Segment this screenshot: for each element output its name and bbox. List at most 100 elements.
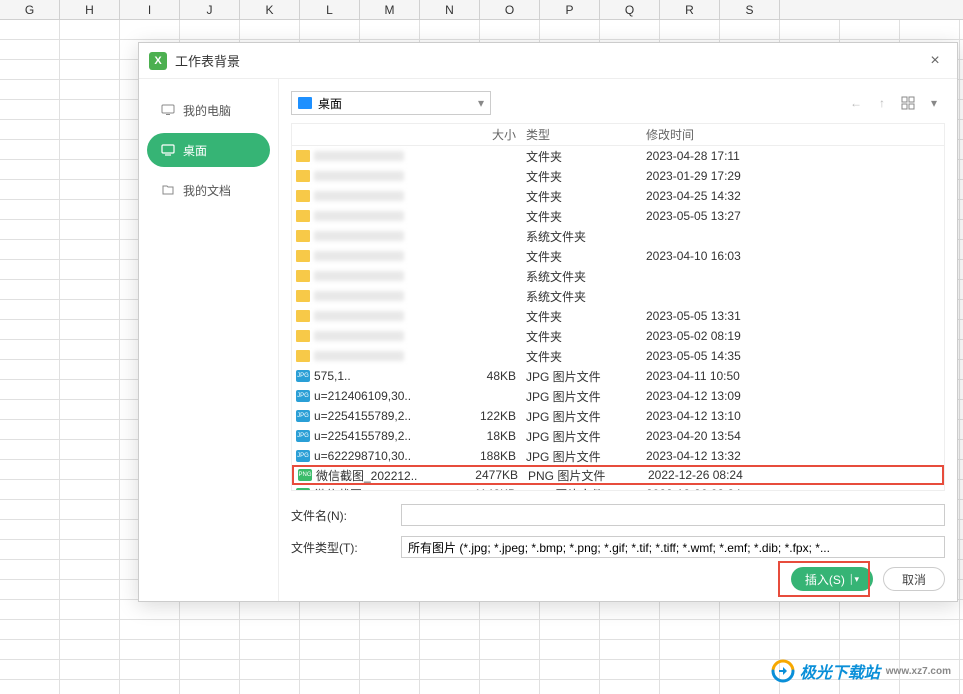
column-header-I[interactable]: I (120, 0, 180, 19)
file-size: 122KB (472, 409, 522, 423)
column-header-R[interactable]: R (660, 0, 720, 19)
file-date: 2023-05-05 13:27 (642, 209, 802, 223)
column-header-S[interactable]: S (720, 0, 780, 19)
folder-icon (296, 170, 310, 182)
file-row[interactable]: 系统文件夹 (292, 266, 944, 286)
column-header-J[interactable]: J (180, 0, 240, 19)
column-header-H[interactable]: H (60, 0, 120, 19)
file-type: JPG 图片文件 (522, 448, 642, 465)
file-type: JPG 图片文件 (522, 388, 642, 405)
sidebar-item-label: 我的电脑 (183, 102, 231, 119)
file-list[interactable]: 名称 大小 类型 修改时间 文件夹2023-04-28 17:11文件夹2023… (291, 123, 945, 491)
jpg-icon: JPG (296, 370, 310, 382)
file-row[interactable]: JPG575,1..48KBJPG 图片文件2023-04-11 10:50 (292, 366, 944, 386)
file-row[interactable]: JPGu=2254155789,2..122KBJPG 图片文件2023-04-… (292, 406, 944, 426)
header-size[interactable]: 大小 (472, 126, 522, 143)
file-row[interactable]: 系统文件夹 (292, 226, 944, 246)
file-name: 微信截图_202212.. (316, 467, 417, 484)
column-header-O[interactable]: O (480, 0, 540, 19)
file-toolbar: 桌面 ▾ ← ↑ ▾ (291, 89, 945, 117)
close-icon[interactable]: × (923, 49, 947, 73)
file-date: 2022-12-26 08:24 (644, 468, 804, 482)
file-row[interactable]: 文件夹2023-04-10 16:03 (292, 246, 944, 266)
sidebar-item-my-computer[interactable]: 我的电脑 (147, 93, 270, 127)
header-type[interactable]: 类型 (522, 126, 642, 143)
filetype-label: 文件类型(T): (291, 539, 401, 556)
up-button[interactable]: ↑ (871, 92, 893, 114)
file-row[interactable]: 文件夹2023-01-29 17:29 (292, 166, 944, 186)
filetype-combo[interactable] (401, 536, 945, 558)
filename-label: 文件名(N): (291, 507, 401, 524)
file-row[interactable]: JPGu=212406109,30..JPG 图片文件2023-04-12 13… (292, 386, 944, 406)
file-row[interactable]: 文件夹2023-05-05 14:35 (292, 346, 944, 366)
file-row[interactable]: 文件夹2023-04-28 17:11 (292, 146, 944, 166)
file-row[interactable]: 文件夹2023-05-05 13:31 (292, 306, 944, 326)
jpg-icon: JPG (296, 410, 310, 422)
jpg-icon: JPG (296, 430, 310, 442)
watermark: 极光下载站 www.xz7.com (770, 658, 951, 684)
column-header-P[interactable]: P (540, 0, 600, 19)
file-list-header[interactable]: 名称 大小 类型 修改时间 (292, 124, 944, 146)
dialog-titlebar[interactable]: X 工作表背景 × (139, 43, 957, 79)
blurred-filename (314, 171, 404, 181)
file-type: 文件夹 (522, 328, 642, 345)
file-date: 2023-05-05 14:35 (642, 349, 802, 363)
file-date: 2023-04-12 13:32 (642, 449, 802, 463)
watermark-text: 极光下载站 (800, 659, 880, 683)
folder-icon (296, 290, 310, 302)
column-header-G[interactable]: G (0, 0, 60, 19)
folder-icon (296, 250, 310, 262)
file-row[interactable]: PNG微信截图_202212..2477KBPNG 图片文件2022-12-26… (292, 465, 944, 485)
filename-input[interactable] (401, 504, 945, 526)
folder-icon (296, 210, 310, 222)
file-row[interactable]: 文件夹2023-05-05 13:27 (292, 206, 944, 226)
file-date: 2023-05-02 08:19 (642, 329, 802, 343)
location-text: 桌面 (318, 95, 342, 112)
file-type: 文件夹 (522, 348, 642, 365)
column-header-K[interactable]: K (240, 0, 300, 19)
sidebar-item-label: 我的文档 (183, 182, 231, 199)
file-date: 2023-01-29 17:29 (642, 169, 802, 183)
header-date[interactable]: 修改时间 (642, 126, 802, 143)
column-header-M[interactable]: M (360, 0, 420, 19)
file-date: 2023-05-05 13:31 (642, 309, 802, 323)
sidebar-item-desktop[interactable]: 桌面 (147, 133, 270, 167)
folder-icon (296, 350, 310, 362)
header-name[interactable]: 名称 (292, 126, 472, 143)
file-type: JPG 图片文件 (522, 428, 642, 445)
file-row[interactable]: 文件夹2023-04-25 14:32 (292, 186, 944, 206)
file-row[interactable]: 文件夹2023-05-02 08:19 (292, 326, 944, 346)
cancel-button[interactable]: 取消 (883, 567, 945, 591)
file-row[interactable]: 系统文件夹 (292, 286, 944, 306)
computer-icon (161, 103, 175, 117)
column-header-L[interactable]: L (300, 0, 360, 19)
blurred-filename (314, 191, 404, 201)
location-combo[interactable]: 桌面 ▾ (291, 91, 491, 115)
column-header-N[interactable]: N (420, 0, 480, 19)
desktop-icon (161, 143, 175, 157)
column-header-Q[interactable]: Q (600, 0, 660, 19)
file-date: 2023-04-12 13:10 (642, 409, 802, 423)
sidebar-item-my-documents[interactable]: 我的文档 (147, 173, 270, 207)
file-row[interactable]: PNG微信截图_202212..1142KBPNG 图片文件2022-12-26… (292, 484, 944, 491)
folder-icon (296, 150, 310, 162)
worksheet-background-dialog: X 工作表背景 × 我的电脑 桌面 我的文档 (138, 42, 958, 602)
watermark-logo-icon (770, 658, 796, 684)
view-mode-button[interactable] (897, 92, 919, 114)
view-dropdown-icon[interactable]: ▾ (923, 92, 945, 114)
file-type: 文件夹 (522, 148, 642, 165)
file-type: 文件夹 (522, 308, 642, 325)
back-button[interactable]: ← (845, 92, 867, 114)
file-row[interactable]: JPGu=2254155789,2..18KBJPG 图片文件2023-04-2… (292, 426, 944, 446)
jpg-icon: JPG (296, 390, 310, 402)
app-icon: X (149, 52, 167, 70)
file-type: 系统文件夹 (522, 228, 642, 245)
folder-icon (296, 330, 310, 342)
file-size: 48KB (472, 369, 522, 383)
blurred-filename (314, 291, 404, 301)
file-type: PNG 图片文件 (522, 486, 642, 492)
file-name: 微信截图_202212.. (314, 486, 415, 492)
file-type: 系统文件夹 (522, 268, 642, 285)
file-date: 2023-04-12 13:09 (642, 389, 802, 403)
file-row[interactable]: JPGu=622298710,30..188KBJPG 图片文件2023-04-… (292, 446, 944, 466)
